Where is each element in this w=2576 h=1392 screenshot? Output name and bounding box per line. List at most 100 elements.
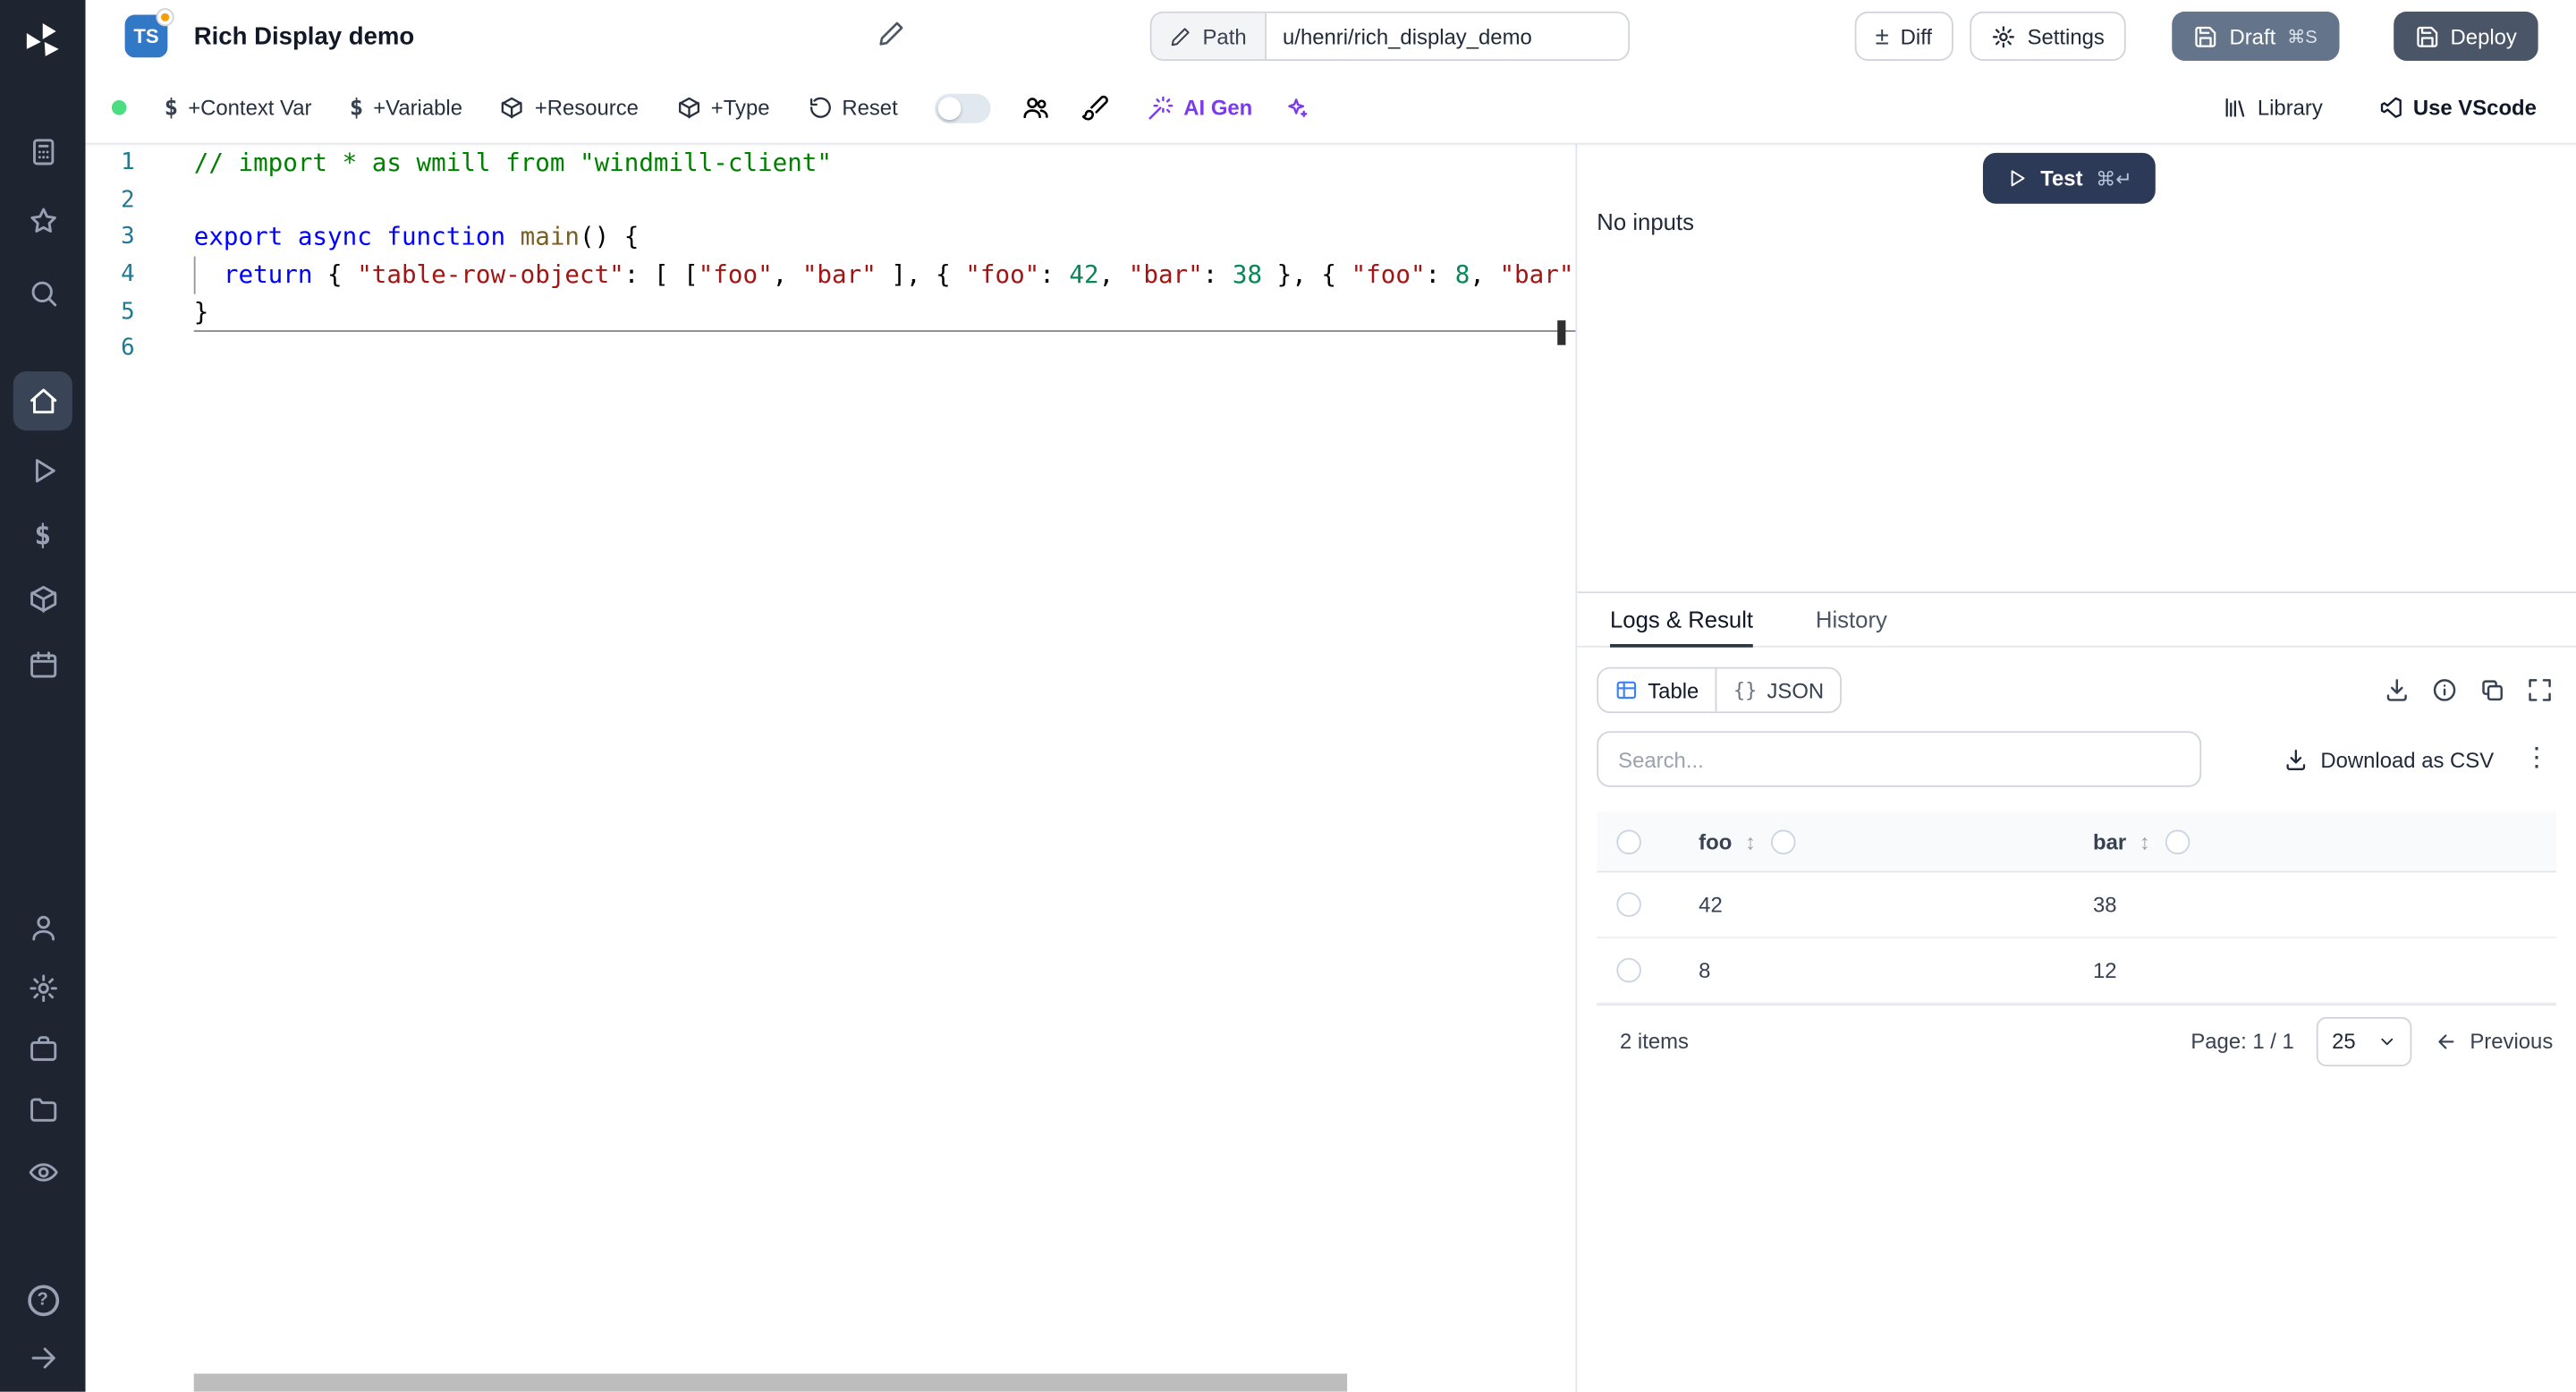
sidebar-item-settings[interactable] <box>13 961 72 1014</box>
previous-page-button[interactable]: Previous <box>2436 1029 2553 1054</box>
sidebar-item-home[interactable] <box>13 371 72 430</box>
reset-icon <box>808 96 833 121</box>
sidebar-item-users[interactable] <box>13 901 72 954</box>
sidebar-item-apps[interactable] <box>13 125 72 178</box>
add-variable-label: +Variable <box>373 96 462 121</box>
page-size-select[interactable]: 25 <box>2318 1016 2413 1065</box>
view-toggle-table[interactable]: Table <box>1598 669 1716 712</box>
code-line-2[interactable]: 2 <box>86 182 1576 219</box>
table-toolbar: Download as CSV ⋮ <box>1577 731 2576 786</box>
diff-mode-toggle[interactable] <box>936 93 991 123</box>
diff-button[interactable]: ± Diff <box>1854 12 1953 61</box>
editor-toolbar: $ +Context Var $ +Variable +Resource +Ty… <box>86 72 2576 145</box>
result-info-button[interactable] <box>2431 677 2457 703</box>
chevron-down-icon <box>2378 1031 2398 1051</box>
path-edit-button[interactable]: Path <box>1152 13 1267 59</box>
add-type-label: +Type <box>711 96 770 121</box>
search-icon <box>27 276 58 308</box>
view-json-label: JSON <box>1767 678 1824 703</box>
download-csv-button[interactable]: Download as CSV <box>2283 747 2494 772</box>
row-checkbox[interactable] <box>1616 892 1641 917</box>
column-foo-checkbox[interactable] <box>1770 829 1795 854</box>
diff-icon: ± <box>1876 24 1889 49</box>
folder-icon <box>27 1093 58 1125</box>
code-editor[interactable]: 1// import * as wmill from "windmill-cli… <box>86 145 1578 1392</box>
sidebar-item-runs[interactable] <box>13 444 72 497</box>
line-content: return { "table-row-object": [ ["foo", "… <box>194 257 1576 294</box>
clipboard-copy-icon <box>2479 677 2505 703</box>
code-line-1[interactable]: 1// import * as wmill from "windmill-cli… <box>86 145 1576 182</box>
sidebar-item-audit[interactable] <box>13 1145 72 1198</box>
use-vscode-button[interactable]: Use VScode <box>2378 96 2537 121</box>
windmill-logo[interactable] <box>16 15 69 68</box>
sparkles-button[interactable] <box>1284 95 1309 121</box>
sort-bar-button[interactable]: ↕ <box>2140 829 2150 854</box>
main-area: TS Rich Display demo Path <box>86 0 2576 1392</box>
add-type-button[interactable]: +Type <box>676 96 769 121</box>
sidebar-item-resources[interactable] <box>13 572 72 624</box>
library-button[interactable]: Library <box>2223 96 2323 121</box>
code-line-5[interactable]: 5} <box>86 293 1576 331</box>
download-icon <box>2384 677 2410 703</box>
view-toggle-json[interactable]: {} JSON <box>1716 669 1841 712</box>
path-group: Path <box>1150 12 1630 61</box>
expand-result-button[interactable] <box>2527 677 2553 703</box>
tab-history[interactable]: History <box>1816 593 1887 646</box>
dollar-icon: $ <box>350 95 363 121</box>
sidebar-item-workers[interactable] <box>13 1022 72 1074</box>
tab-logs-result[interactable]: Logs & Result <box>1610 593 1753 646</box>
code-line-3[interactable]: 3export async function main() { <box>86 219 1576 257</box>
add-resource-button[interactable]: +Resource <box>500 96 639 121</box>
add-context-var-button[interactable]: $ +Context Var <box>165 95 312 121</box>
download-result-button[interactable] <box>2384 677 2410 703</box>
sidebar-item-help[interactable]: ? <box>13 1273 72 1326</box>
code-line-4[interactable]: 4 return { "table-row-object": [ ["foo",… <box>86 257 1576 294</box>
add-variable-button[interactable]: $ +Variable <box>350 95 462 121</box>
copy-result-button[interactable] <box>2479 677 2505 703</box>
sidebar-item-schedules[interactable] <box>13 638 72 691</box>
sidebar-item-folders[interactable] <box>13 1082 72 1135</box>
test-button[interactable]: Test ⌘↵ <box>1983 153 2156 204</box>
app-window: $ <box>0 0 2576 1392</box>
column-header-foo: foo <box>1699 829 1732 854</box>
draft-button[interactable]: Draft ⌘S <box>2172 12 2338 61</box>
dollar-icon: $ <box>165 95 178 121</box>
kebab-icon: ⋮ <box>2523 744 2549 772</box>
select-all-checkbox[interactable] <box>1616 829 1641 854</box>
search-input[interactable] <box>1597 731 2201 786</box>
column-bar-checkbox[interactable] <box>2165 829 2190 854</box>
windmill-logo-icon <box>21 20 64 63</box>
add-context-var-label: +Context Var <box>188 96 311 121</box>
edit-summary-button[interactable] <box>877 20 905 53</box>
briefcase-icon <box>27 1032 58 1064</box>
header-actions: ± Diff Settings Draft ⌘S <box>1854 12 2538 61</box>
language-badge: TS <box>125 15 168 58</box>
ai-gen-button[interactable]: AI Gen <box>1148 95 1252 121</box>
reset-button[interactable]: Reset <box>808 96 898 121</box>
sidebar-item-variables[interactable]: $ <box>13 509 72 562</box>
wand-icon <box>1148 95 1174 121</box>
result-tabs: Logs & Result History <box>1577 593 2576 648</box>
sidebar-collapse-toggle[interactable] <box>13 1331 72 1384</box>
settings-button[interactable]: Settings <box>1970 12 2125 61</box>
collaborators-button[interactable] <box>1022 94 1050 122</box>
settings-label: Settings <box>2028 24 2105 49</box>
table-cell: 12 <box>2070 958 2556 983</box>
table-menu-button[interactable]: ⋮ <box>2523 746 2549 772</box>
horizontal-scrollbar[interactable] <box>194 1374 1347 1392</box>
line-content <box>194 182 1576 219</box>
pagination: Page: 1 / 1 25 <box>2190 1016 2553 1065</box>
result-table: foo ↕ bar ↕ 4238812 <box>1597 811 2556 1076</box>
gear-icon <box>1991 24 2016 49</box>
format-button[interactable] <box>1081 94 1109 122</box>
sort-foo-button[interactable]: ↕ <box>1745 829 1756 854</box>
row-checkbox[interactable] <box>1616 958 1641 983</box>
deploy-button[interactable]: Deploy <box>2393 12 2538 61</box>
sidebar-item-search[interactable] <box>13 267 72 319</box>
sidebar-item-favorites[interactable] <box>13 194 72 247</box>
cube-icon <box>27 582 58 614</box>
status-dot <box>112 100 127 115</box>
code-line-6[interactable]: 6 <box>86 331 1576 369</box>
path-input[interactable] <box>1267 13 1629 59</box>
calculator-icon <box>27 136 58 167</box>
